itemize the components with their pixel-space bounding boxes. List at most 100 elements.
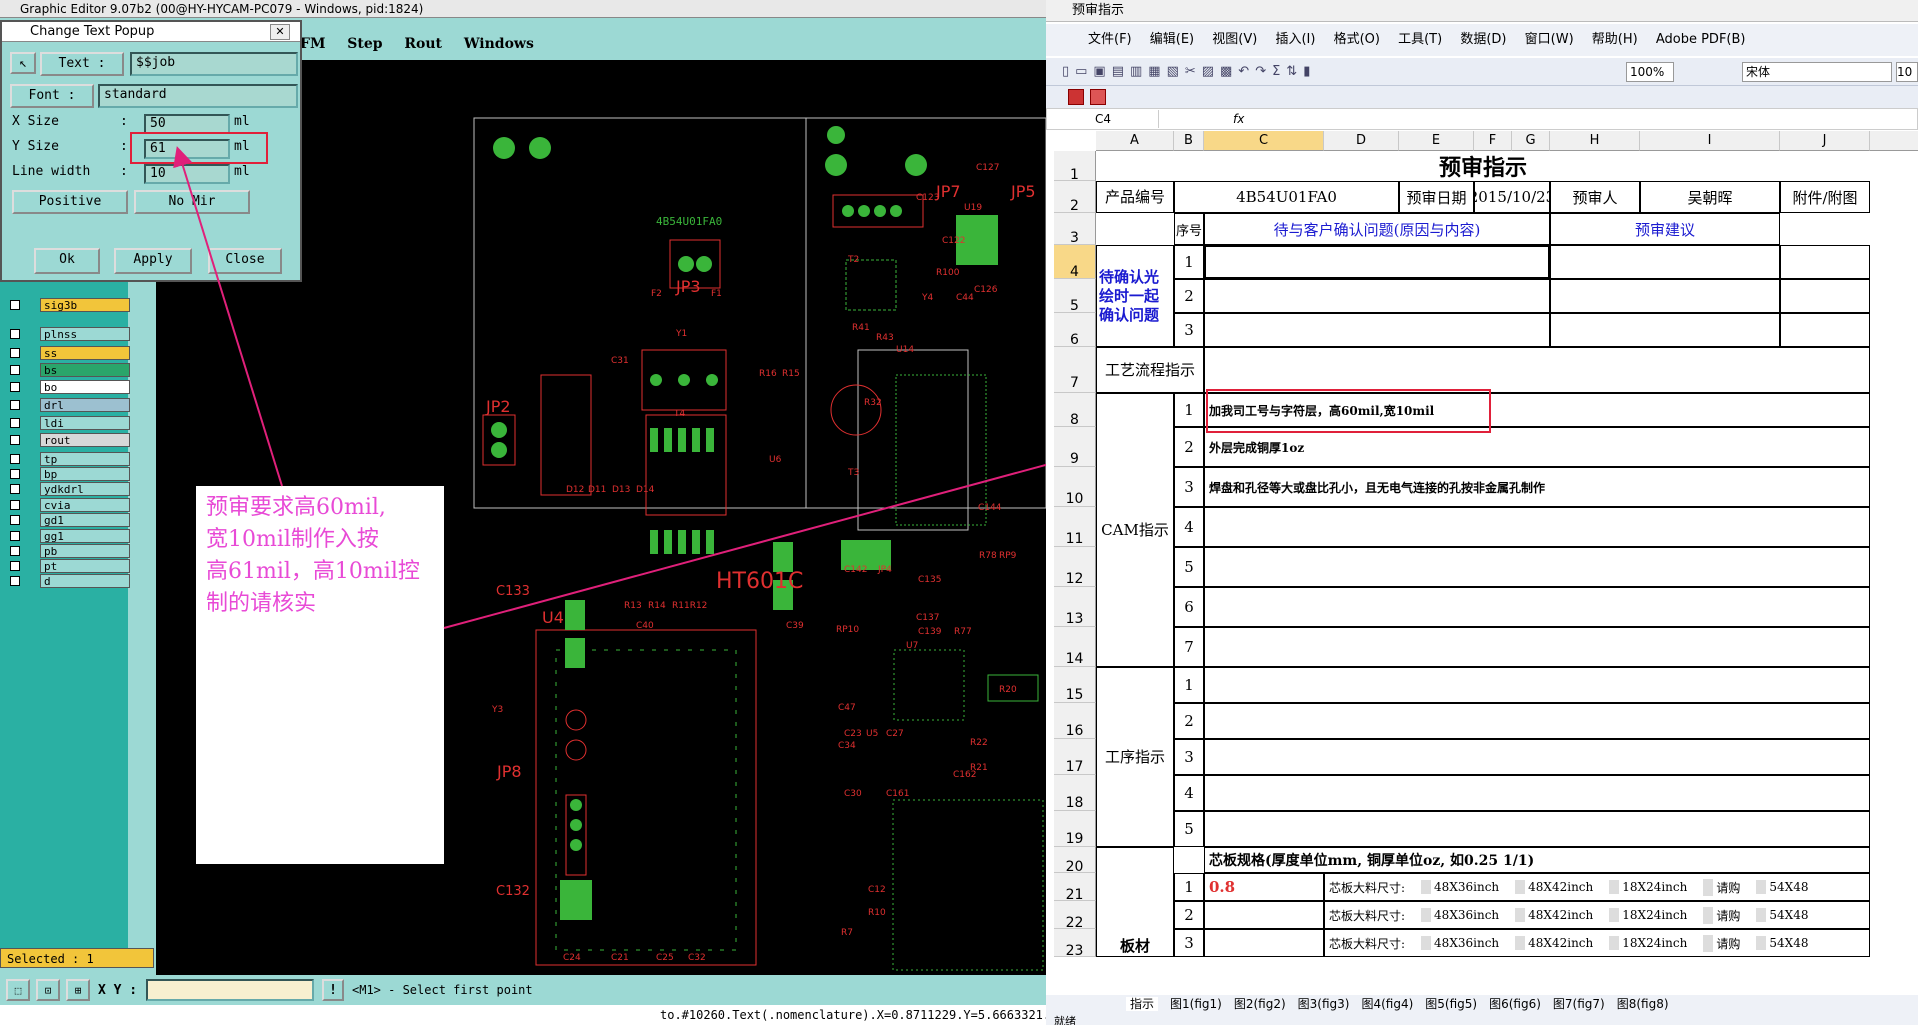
menu-help[interactable]: 帮助(H) <box>1592 32 1638 47</box>
col-header-A[interactable]: A <box>1096 131 1174 151</box>
cam-seq-6[interactable]: 6 <box>1174 587 1204 627</box>
review-date-value[interactable]: 2015/10/23 <box>1474 181 1550 213</box>
col-header-E[interactable]: E <box>1399 131 1474 151</box>
layer-item-ydkdrl[interactable]: ydkdrl <box>8 482 130 496</box>
proc-seq-5[interactable]: 5 <box>1174 811 1204 847</box>
size-48x36-option[interactable]: 48X36inch <box>1421 908 1499 922</box>
confirm-suggest-1[interactable] <box>1550 245 1780 279</box>
proc-seq-4[interactable]: 4 <box>1174 775 1204 811</box>
col-header-H[interactable]: H <box>1550 131 1640 151</box>
seq-header[interactable]: 序号 <box>1174 213 1204 245</box>
text-label-button[interactable]: Text : <box>40 52 124 76</box>
layer-checkbox[interactable] <box>10 576 20 586</box>
text-input[interactable]: $$job <box>130 52 298 76</box>
row-header-1[interactable]: 1 <box>1054 151 1096 183</box>
layer-checkbox[interactable] <box>10 561 20 571</box>
layer-checkbox[interactable] <box>10 400 20 410</box>
confirm-seq-1[interactable]: 1 <box>1174 245 1204 279</box>
col-header-J[interactable]: J <box>1780 131 1870 151</box>
row-header-16[interactable]: 16 <box>1054 703 1096 739</box>
layer-checkbox[interactable] <box>10 500 20 510</box>
row-header-10[interactable]: 10 <box>1054 467 1096 507</box>
menu-view[interactable]: 视图(V) <box>1212 32 1257 47</box>
zoom-select[interactable]: 100% <box>1626 62 1674 82</box>
col-header-C[interactable]: C <box>1204 131 1324 151</box>
layer-item-bo[interactable]: bo <box>8 380 130 394</box>
sheet-title[interactable]: 预审指示 <box>1096 151 1870 181</box>
core-size-1[interactable]: 芯板大料尺寸: 48X36inch 48X42inch 18X24inch 请购 54X4… <box>1324 873 1870 901</box>
proc-item-2[interactable] <box>1204 703 1870 739</box>
menu-data[interactable]: 数据(D) <box>1460 32 1506 47</box>
ok-button[interactable]: Ok <box>34 248 100 274</box>
nomir-dropdown[interactable]: No Mir <box>134 190 250 214</box>
purchase-option[interactable]: 请购 <box>1703 878 1740 896</box>
close-button[interactable]: Close <box>208 248 282 274</box>
sheet-tab-7[interactable]: 图6(fig6) <box>1489 997 1541 1011</box>
core-size-3[interactable]: 芯板大料尺寸: 48X36inch 48X42inch 18X24inch 请购 54X4… <box>1324 929 1870 957</box>
row-header-18[interactable]: 18 <box>1054 775 1096 811</box>
layer-item-sig3b[interactable]: sig3b <box>8 298 130 312</box>
size-54x48-option[interactable]: 54X48 <box>1756 936 1808 950</box>
layer-item-cvia[interactable]: cvia <box>8 498 130 512</box>
row-header-15[interactable]: 15 <box>1054 667 1096 703</box>
size-18x24-option[interactable]: 18X24inch <box>1609 880 1687 894</box>
cam-seq-3[interactable]: 3 <box>1174 467 1204 507</box>
menu-window[interactable]: 窗口(W) <box>1525 32 1574 47</box>
proc-seq-3[interactable]: 3 <box>1174 739 1204 775</box>
layer-item-gg1[interactable]: gg1 <box>8 529 130 543</box>
layer-checkbox[interactable] <box>10 546 20 556</box>
layer-item-rout[interactable]: rout <box>8 433 130 447</box>
confirm-attach-1[interactable] <box>1780 245 1870 279</box>
layer-item-ss[interactable]: ss <box>8 346 130 360</box>
sheet-tab-3[interactable]: 图2(fig2) <box>1234 997 1286 1011</box>
confirm-seq-2[interactable]: 2 <box>1174 279 1204 313</box>
core-spec-header[interactable]: 芯板规格(厚度单位mm, 铜厚单位oz, 如0.25 1/1) <box>1204 847 1870 873</box>
product-no-label[interactable]: 产品编号 <box>1096 181 1174 213</box>
cursor-icon[interactable]: ↖ <box>10 52 36 74</box>
row-header-19[interactable]: 19 <box>1054 811 1096 847</box>
sheet-tab-2[interactable]: 图1(fig1) <box>1170 997 1222 1011</box>
size-18x24-option[interactable]: 18X24inch <box>1609 908 1687 922</box>
size-18x24-option[interactable]: 18X24inch <box>1609 936 1687 950</box>
sheet-tab-1[interactable]: 指示 <box>1126 997 1159 1011</box>
col-header-G[interactable]: G <box>1512 131 1550 151</box>
popup-close-icon[interactable]: ✕ <box>270 24 290 40</box>
name-box[interactable]: C4 <box>1055 110 1159 128</box>
proc-seq-1[interactable]: 1 <box>1174 667 1204 703</box>
grid-tool-icon[interactable]: ⊞ <box>66 979 90 1001</box>
pdf-icon[interactable] <box>1068 89 1084 105</box>
menu-adobe-pdf[interactable]: Adobe PDF(B) <box>1656 32 1746 47</box>
flow-label[interactable]: 工艺流程指示 <box>1096 347 1204 393</box>
core-size-2[interactable]: 芯板大料尺寸: 48X36inch 48X42inch 18X24inch 请购 54X4… <box>1324 901 1870 929</box>
cam-item-7[interactable] <box>1204 627 1870 667</box>
confirm-issue-1[interactable] <box>1204 245 1550 279</box>
flow-content[interactable] <box>1204 347 1870 393</box>
col-header-D[interactable]: D <box>1324 131 1399 151</box>
layer-checkbox[interactable] <box>10 382 20 392</box>
row-header-7[interactable]: 7 <box>1054 347 1096 393</box>
font-label-button[interactable]: Font : <box>10 84 94 108</box>
confirm-seq-3[interactable]: 3 <box>1174 313 1204 347</box>
size-48x42-option[interactable]: 48X42inch <box>1515 936 1593 950</box>
select-tool-icon[interactable]: ⬚ <box>6 979 30 1001</box>
layer-checkbox[interactable] <box>10 329 20 339</box>
row-header-22[interactable]: 22 <box>1054 901 1096 931</box>
confirm-label[interactable]: 待确认光绘时一起确认问题 <box>1096 245 1174 347</box>
layer-item-bp[interactable]: bp <box>8 467 130 481</box>
cam-seq-5[interactable]: 5 <box>1174 547 1204 587</box>
cam-seq-7[interactable]: 7 <box>1174 627 1204 667</box>
board-label[interactable]: 板材 <box>1096 847 1174 957</box>
cam-item-5[interactable] <box>1204 547 1870 587</box>
reviewer-value[interactable]: 吴朝晖 <box>1640 181 1780 213</box>
proc-seq-2[interactable]: 2 <box>1174 703 1204 739</box>
size-48x42-option[interactable]: 48X42inch <box>1515 880 1593 894</box>
layer-item-d[interactable]: d <box>8 574 130 588</box>
row-header-2[interactable]: 2 <box>1054 181 1096 214</box>
cam-seq-2[interactable]: 2 <box>1174 427 1204 467</box>
size-48x36-option[interactable]: 48X36inch <box>1421 936 1499 950</box>
layer-item-pt[interactable]: pt <box>8 559 130 573</box>
cam-item-4[interactable] <box>1204 507 1870 547</box>
core-seq-2[interactable]: 2 <box>1174 901 1204 929</box>
layer-checkbox[interactable] <box>10 515 20 525</box>
confirm-attach-2[interactable] <box>1780 279 1870 313</box>
